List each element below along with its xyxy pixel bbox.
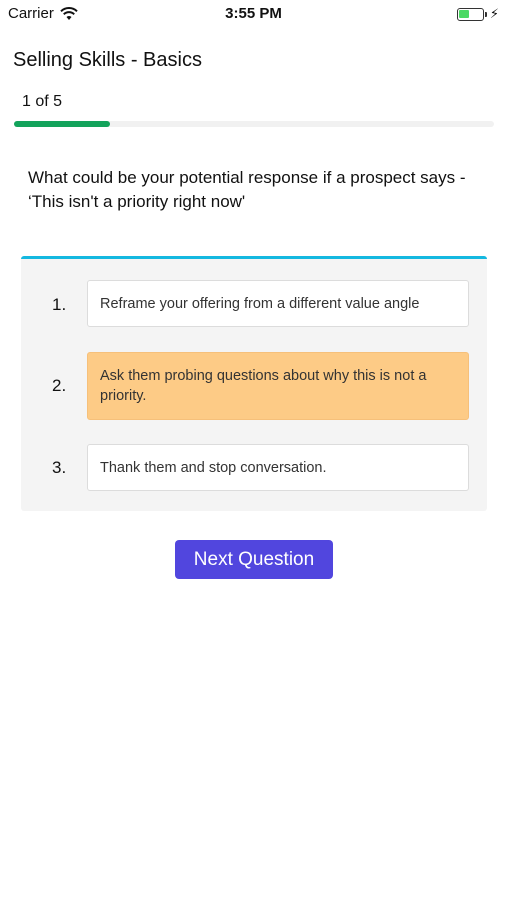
next-question-button[interactable]: Next Question xyxy=(175,540,333,579)
progress-bar xyxy=(14,121,494,127)
question-text: What could be your potential response if… xyxy=(28,168,466,211)
option-1-button[interactable]: Reframe your offering from a different v… xyxy=(87,280,469,327)
battery-icon xyxy=(456,7,484,21)
progress-bar-fill xyxy=(14,121,110,127)
option-number: 2. xyxy=(52,376,67,395)
option-2-button[interactable]: Ask them probing questions about why thi… xyxy=(87,352,469,420)
page-title: Selling Skills - Basics xyxy=(13,49,202,71)
progress-label: 1 of 5 xyxy=(22,93,63,110)
status-bar: Carrier 3:55 PM ⚡ xyxy=(0,0,507,28)
option-3-button[interactable]: Thank them and stop conversation. xyxy=(87,444,469,491)
option-label: Ask them probing questions about why thi… xyxy=(100,368,427,404)
option-number: 3. xyxy=(52,458,67,477)
quiz-screen: Carrier 3:55 PM ⚡ Selling Skills - Basic… xyxy=(0,0,507,900)
charging-icon: ⚡ xyxy=(489,6,499,21)
clock: 3:55 PM xyxy=(225,5,282,22)
battery-indicator: ⚡ xyxy=(456,6,499,22)
option-label: Reframe your offering from a different v… xyxy=(100,295,420,312)
option-label: Thank them and stop conversation. xyxy=(100,459,327,476)
options-panel: 1. Reframe your offering from a differen… xyxy=(21,256,487,511)
option-number: 1. xyxy=(52,295,67,314)
